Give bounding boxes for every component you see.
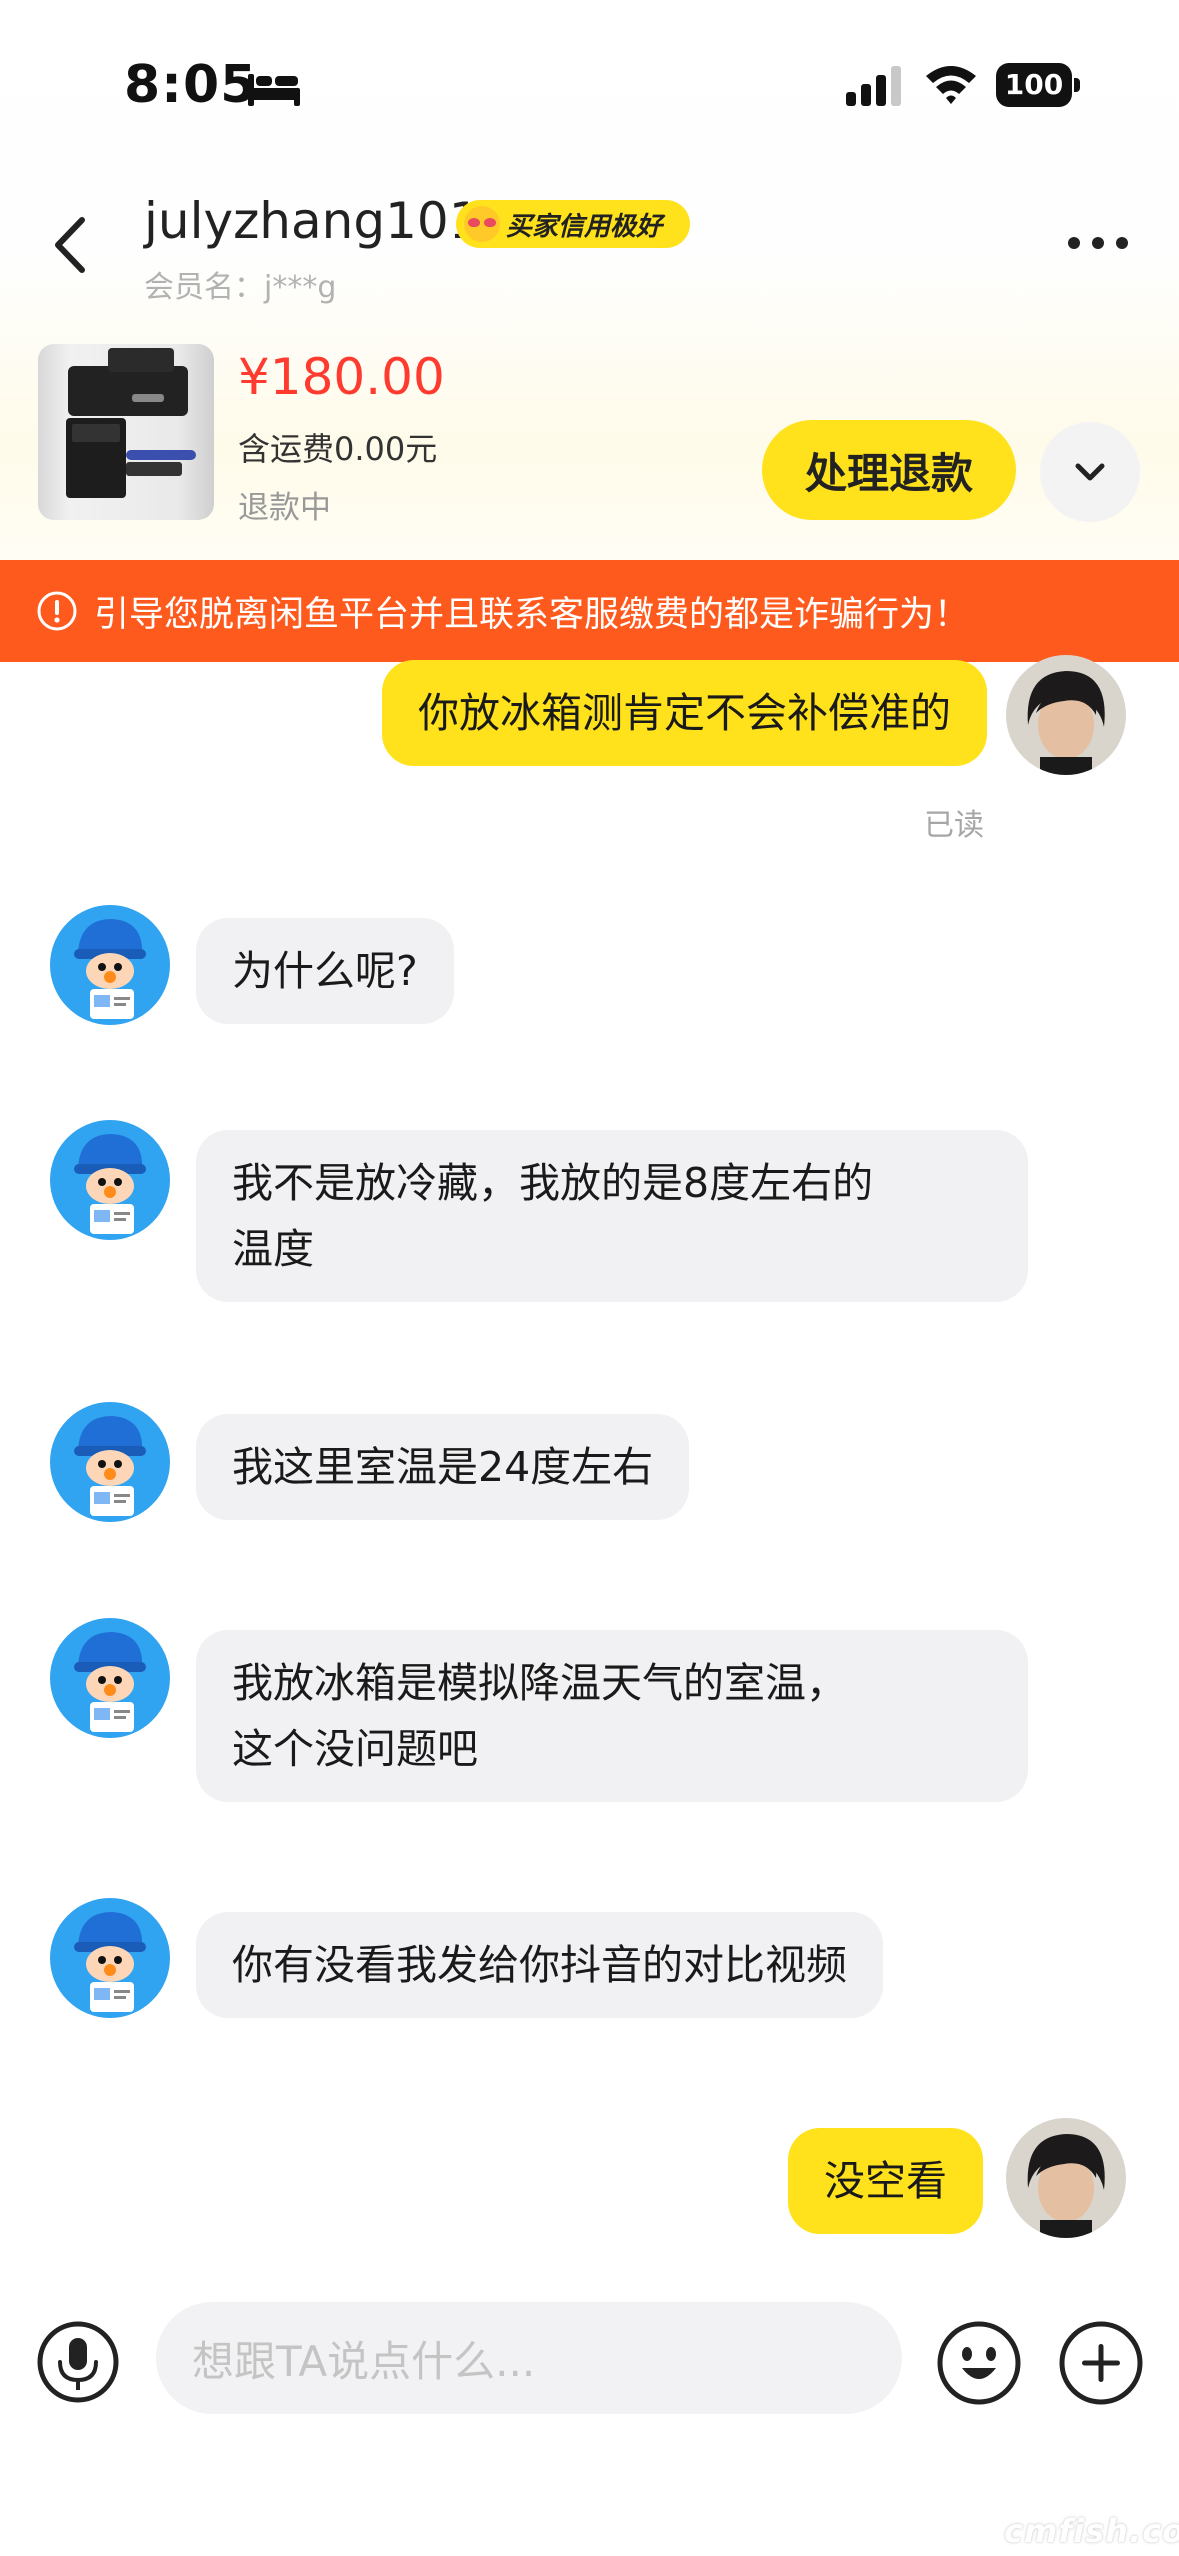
more-icon[interactable] bbox=[1066, 234, 1130, 252]
buyer-avatar[interactable] bbox=[50, 1618, 170, 1738]
expand-button[interactable] bbox=[1040, 422, 1140, 522]
cartoon-avatar bbox=[50, 1898, 170, 2018]
avatar-photo bbox=[1006, 2118, 1126, 2238]
outgoing-message-bubble[interactable]: 没空看 bbox=[788, 2128, 983, 2234]
message-line: 没空看 bbox=[824, 2157, 947, 2205]
plus-icon[interactable] bbox=[1058, 2320, 1144, 2406]
incoming-message-bubble[interactable]: 我放冰箱是模拟降温天气的室温， 这个没问题吧 bbox=[196, 1630, 1028, 1802]
credit-badge: 买家信用极好 bbox=[456, 200, 690, 248]
cartoon-avatar bbox=[50, 1402, 170, 1522]
status-time: 8:05 bbox=[124, 55, 258, 115]
read-receipt: 已读 bbox=[924, 808, 984, 843]
sleep-focus-icon bbox=[248, 74, 300, 106]
credit-badge-label: 买家信用极好 bbox=[506, 211, 663, 242]
product-image bbox=[66, 348, 196, 498]
battery-cap bbox=[1074, 78, 1080, 92]
shipping-info: 含运费0.00元 bbox=[238, 430, 438, 468]
message-line: 你有没看我发给你抖音的对比视频 bbox=[232, 1941, 847, 1989]
buyer-avatar[interactable] bbox=[50, 1898, 170, 2018]
wifi-icon bbox=[926, 66, 976, 104]
buyer-avatar[interactable] bbox=[50, 1120, 170, 1240]
incoming-message-bubble[interactable]: 你有没看我发给你抖音的对比视频 bbox=[196, 1912, 883, 2018]
product-price: ¥180.00 bbox=[238, 348, 445, 406]
chevron-down-icon bbox=[1075, 463, 1105, 481]
refund-status: 退款中 bbox=[238, 490, 331, 526]
cartoon-avatar bbox=[50, 1120, 170, 1240]
mic-icon[interactable] bbox=[36, 2320, 120, 2404]
cartoon-avatar bbox=[50, 1618, 170, 1738]
message-input[interactable]: 想跟TA说点什么... bbox=[156, 2302, 902, 2414]
message-line: 我这里室温是24度左右 bbox=[232, 1443, 654, 1491]
message-line: 为什么呢? bbox=[232, 947, 418, 995]
emoji-icon[interactable] bbox=[936, 2320, 1022, 2406]
buyer-avatar[interactable] bbox=[50, 1402, 170, 1522]
message-line: 我不是放冷藏，我放的是8度左右的 bbox=[232, 1159, 874, 1207]
back-icon[interactable] bbox=[44, 210, 100, 280]
incoming-message-bubble[interactable]: 为什么呢? bbox=[196, 918, 454, 1024]
buyer-avatar[interactable] bbox=[50, 905, 170, 1025]
battery-level: 100 bbox=[996, 63, 1072, 107]
avatar-photo bbox=[1006, 655, 1126, 775]
heart-eyes-icon bbox=[464, 206, 500, 242]
my-avatar[interactable] bbox=[1006, 655, 1126, 775]
cellular-signal-icon bbox=[846, 66, 901, 106]
alert-icon bbox=[37, 591, 77, 631]
cartoon-avatar bbox=[50, 905, 170, 1025]
message-line: 我放冰箱是模拟降温天气的室温， bbox=[232, 1659, 847, 1707]
incoming-message-bubble[interactable]: 我这里室温是24度左右 bbox=[196, 1414, 690, 1520]
message-line: 温度 bbox=[232, 1225, 314, 1273]
outgoing-message-bubble[interactable]: 你放冰箱测肯定不会补偿准的 bbox=[382, 660, 987, 766]
battery-indicator: 100 bbox=[996, 63, 1080, 107]
handle-refund-button[interactable]: 处理退款 bbox=[762, 420, 1016, 520]
product-thumbnail[interactable] bbox=[38, 344, 214, 520]
chat-username[interactable]: julyzhang101 bbox=[144, 192, 481, 250]
message-line: 这个没问题吧 bbox=[232, 1725, 478, 1773]
watermark: cmfish.com bbox=[1004, 2512, 1179, 2550]
fraud-warning-banner: 引导您脱离闲鱼平台并且联系客服缴费的都是诈骗行为！ bbox=[0, 560, 1179, 662]
incoming-message-bubble[interactable]: 我不是放冷藏，我放的是8度左右的 温度 bbox=[196, 1130, 1028, 1302]
warning-text: 引导您脱离闲鱼平台并且联系客服缴费的都是诈骗行为！ bbox=[94, 594, 970, 635]
my-avatar[interactable] bbox=[1006, 2118, 1126, 2238]
message-line: 你放冰箱测肯定不会补偿准的 bbox=[418, 689, 951, 737]
member-name: 会员名：j***g bbox=[144, 270, 337, 305]
